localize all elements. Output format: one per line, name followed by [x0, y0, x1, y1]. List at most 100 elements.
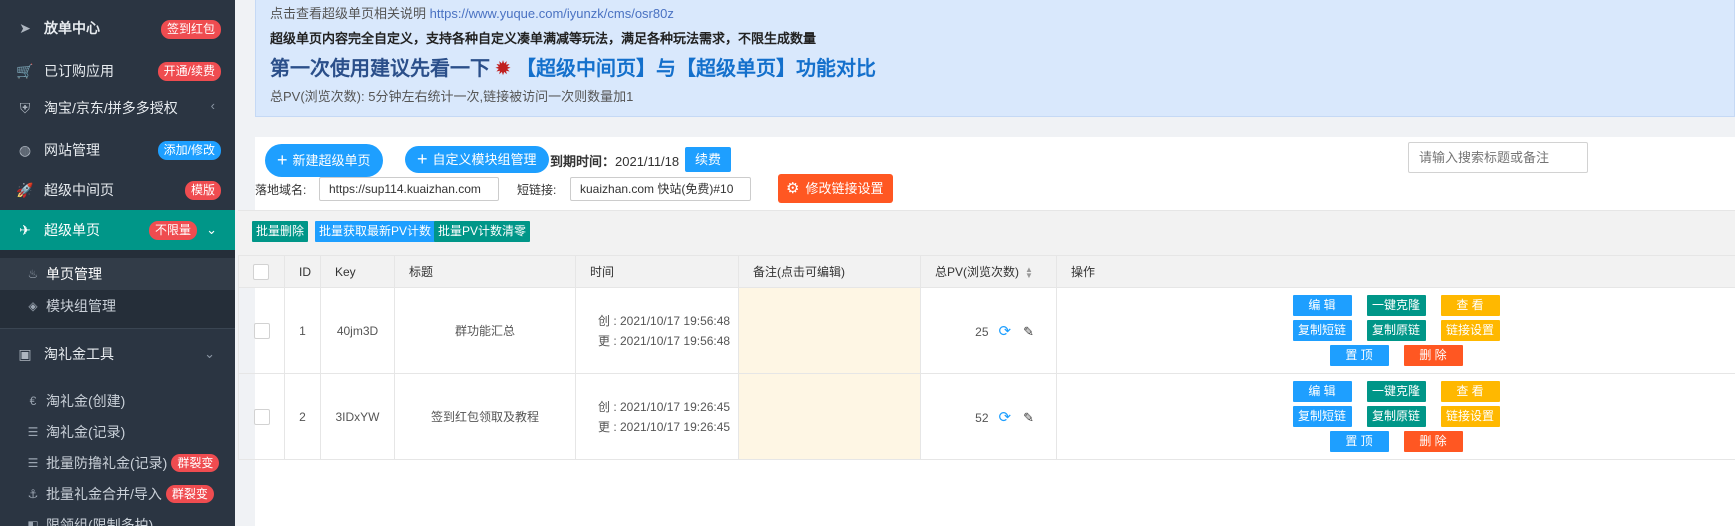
expire-info: 到期时间：2021/11/18 — [550, 151, 679, 170]
fire-icon: ♨ — [27, 267, 39, 281]
delete-button[interactable]: 删 除 — [1403, 345, 1463, 366]
copy-origin-link-button[interactable]: 复制原链 — [1366, 406, 1426, 427]
sidebar-item-dispatch-center[interactable]: ➤ 放单中心 签到红包 — [0, 0, 235, 56]
updated-time: 更 : 2021/10/17 19:26:45 — [598, 419, 731, 434]
sidebar-item-gift-create[interactable]: € 淘礼金(创建) — [0, 385, 235, 416]
batch-delete-button[interactable]: 批量删除 — [252, 221, 309, 242]
row-checkbox[interactable] — [253, 408, 270, 425]
sidebar-item-super-middle-page[interactable]: 🚀 超级中间页 模版 — [0, 170, 235, 210]
cart-icon: 🛒 — [16, 62, 34, 79]
status-badge: 模版 — [184, 181, 221, 200]
sidebar-item-gift-records[interactable]: ☰ 淘礼金(记录) — [0, 416, 235, 447]
list-icon: ☰ — [27, 455, 39, 470]
created-time: 创 : 2021/10/17 19:56:48 — [598, 313, 731, 328]
pin-button[interactable]: 置 顶 — [1329, 431, 1389, 452]
pv-count: 25 — [975, 324, 989, 339]
copy-origin-link-button[interactable]: 复制原链 — [1366, 320, 1426, 341]
copy-short-link-button[interactable]: 复制短链 — [1292, 406, 1352, 427]
edit-button[interactable]: 编 辑 — [1292, 295, 1352, 316]
table-row: 1 40jm3D 群功能汇总 创 : 2021/10/17 19:56:48 更… — [238, 287, 1735, 374]
sidebar-item-label: 淘宝/京东/拼多多授权 — [44, 100, 178, 116]
select-all-checkbox[interactable] — [253, 263, 269, 280]
sidebar-item-page-management[interactable]: ♨ 单页管理 — [0, 258, 235, 290]
layers-icon: ◈ — [28, 299, 38, 313]
sidebar-item-batch-gift-records[interactable]: ☰ 批量防撸礼金(记录) 群裂变 — [0, 447, 235, 478]
briefcase-icon: ▣ — [18, 345, 32, 362]
row-time: 创 : 2021/10/17 19:56:48 更 : 2021/10/17 1… — [575, 287, 739, 374]
sidebar-item-label: 限领组(限制多拍) — [46, 516, 154, 526]
send-icon: ✈ — [19, 221, 31, 238]
chevron-left-icon: ‹ — [210, 98, 215, 113]
batch-fetch-pv-button[interactable]: 批量获取最新PV计数 — [315, 221, 436, 242]
notice-line-3: 第一次使用建议先看一下 ✹ 【超级中间页】与【超级单页】功能对比 — [270, 55, 1720, 83]
sidebar-item-super-single-page[interactable]: ✈ 超级单页 不限量 ⌄ — [0, 210, 235, 250]
comparison-link[interactable]: 【超级中间页】与【超级单页】功能对比 — [516, 55, 876, 83]
created-time: 创 : 2021/10/17 19:26:45 — [598, 399, 731, 414]
row-title: 群功能汇总 — [394, 287, 576, 374]
status-badge: 不限量 — [148, 221, 197, 240]
select-all-cell — [238, 255, 285, 288]
notice-line-1: 点击查看超级单页相关说明 https://www.yuque.com/iyunz… — [270, 4, 1720, 24]
col-title: 标题 — [394, 255, 576, 288]
refresh-icon[interactable]: ⟳ — [999, 323, 1012, 340]
link-settings-button[interactable]: 链接设置 — [1440, 320, 1500, 341]
sidebar-item-label: 淘礼金(记录) — [46, 423, 126, 440]
sidebar-item-module-management[interactable]: ◈ 模块组管理 — [0, 290, 235, 322]
main-card: + 新建超级单页 + 自定义模块组管理 到期时间：2021/11/18 续费 请… — [238, 137, 1735, 526]
clone-button[interactable]: 一键克隆 — [1366, 381, 1426, 402]
status-badge: 开通/续费 — [157, 62, 221, 81]
search-input[interactable]: 请输入搜索标题或备注 — [1408, 142, 1588, 173]
col-pv[interactable]: 总PV(浏览次数) ▲ ▼ — [920, 255, 1057, 288]
gear-icon: ⚙ — [786, 180, 800, 197]
status-badge: 群裂变 — [165, 484, 214, 503]
row-actions: 编 辑 一键克隆 查 看 复制短链 复制原链 链接设置 置 顶 删 除 — [1056, 287, 1735, 374]
sidebar-item-subscribed-apps[interactable]: 🛒 已订购应用 开通/续费 — [0, 56, 235, 86]
sidebar-item-site-management[interactable]: ◍ 网站管理 添加/修改 — [0, 130, 235, 170]
clone-button[interactable]: 一键克隆 — [1366, 295, 1426, 316]
batch-toolbar: 批量删除 批量获取最新PV计数 批量PV计数清零 — [238, 210, 1735, 255]
row-id: 1 — [284, 287, 321, 374]
row-key: 40jm3D — [320, 287, 395, 374]
rocket-icon: 🚀 — [16, 181, 34, 198]
row-checkbox-cell — [238, 373, 285, 460]
edit-button[interactable]: 编 辑 — [1292, 381, 1352, 402]
sidebar-item-batch-gift-merge[interactable]: ⚓ 批量礼金合并/导入 群裂变 — [0, 478, 235, 509]
renew-button[interactable]: 续费 — [685, 147, 732, 172]
sort-icon[interactable]: ▲ ▼ — [1025, 265, 1033, 279]
view-button[interactable]: 查 看 — [1440, 295, 1500, 316]
docs-link[interactable]: https://www.yuque.com/iyunzk/cms/osr80z — [430, 6, 674, 21]
col-note: 备注(点击可编辑) — [738, 255, 921, 288]
action-row: 编 辑 一键克隆 查 看 — [1292, 381, 1500, 402]
notice-prefix: 第一次使用建议先看一下 — [270, 58, 490, 80]
row-note[interactable] — [738, 373, 921, 460]
custom-module-button[interactable]: + 自定义模块组管理 — [405, 146, 549, 173]
sidebar-item-authorization[interactable]: ⛨ 淘宝/京东/拼多多授权 ‹ — [0, 86, 235, 130]
pages-table: ID Key 标题 时间 备注(点击可编辑) 总PV(浏览次数) ▲ ▼ 操作 1 … — [238, 255, 1735, 460]
copy-short-link-button[interactable]: 复制短链 — [1292, 320, 1352, 341]
link-settings-button[interactable]: 链接设置 — [1440, 406, 1500, 427]
status-badge: 添加/修改 — [157, 141, 221, 160]
broom-icon[interactable]: ✎ — [1023, 410, 1034, 425]
new-page-button[interactable]: + 新建超级单页 — [265, 144, 383, 177]
action-row: 复制短链 复制原链 链接设置 — [1292, 320, 1500, 341]
button-label: 新建超级单页 — [292, 153, 371, 168]
paper-plane-icon: ➤ — [19, 19, 31, 36]
batch-clear-pv-button[interactable]: 批量PV计数清零 — [434, 221, 531, 242]
delete-button[interactable]: 删 除 — [1403, 431, 1463, 452]
domain-label: 落地域名: — [255, 183, 307, 197]
short-link-field[interactable]: kuaizhan.com 快站(免费)#10 — [570, 177, 751, 201]
broom-icon[interactable]: ✎ — [1023, 324, 1034, 339]
sidebar-item-limit-group[interactable]: ◧ 限领组(限制多拍) — [0, 509, 235, 526]
sidebar-item-gift-tools[interactable]: ▣ 淘礼金工具 ⌄ — [0, 329, 235, 379]
action-row: 置 顶 删 除 — [1329, 345, 1463, 366]
pin-button[interactable]: 置 顶 — [1329, 345, 1389, 366]
modify-link-button[interactable]: ⚙ 修改链接设置 — [778, 174, 894, 203]
row-key: 3IDxYW — [320, 373, 395, 460]
view-button[interactable]: 查 看 — [1440, 381, 1500, 402]
short-link-label: 短链接: — [517, 183, 557, 197]
row-note[interactable] — [738, 287, 921, 374]
col-actions: 操作 — [1056, 255, 1735, 288]
refresh-icon[interactable]: ⟳ — [999, 409, 1012, 426]
row-checkbox[interactable] — [253, 322, 270, 339]
domain-field[interactable]: https://sup114.kuaizhan.com — [319, 177, 499, 201]
